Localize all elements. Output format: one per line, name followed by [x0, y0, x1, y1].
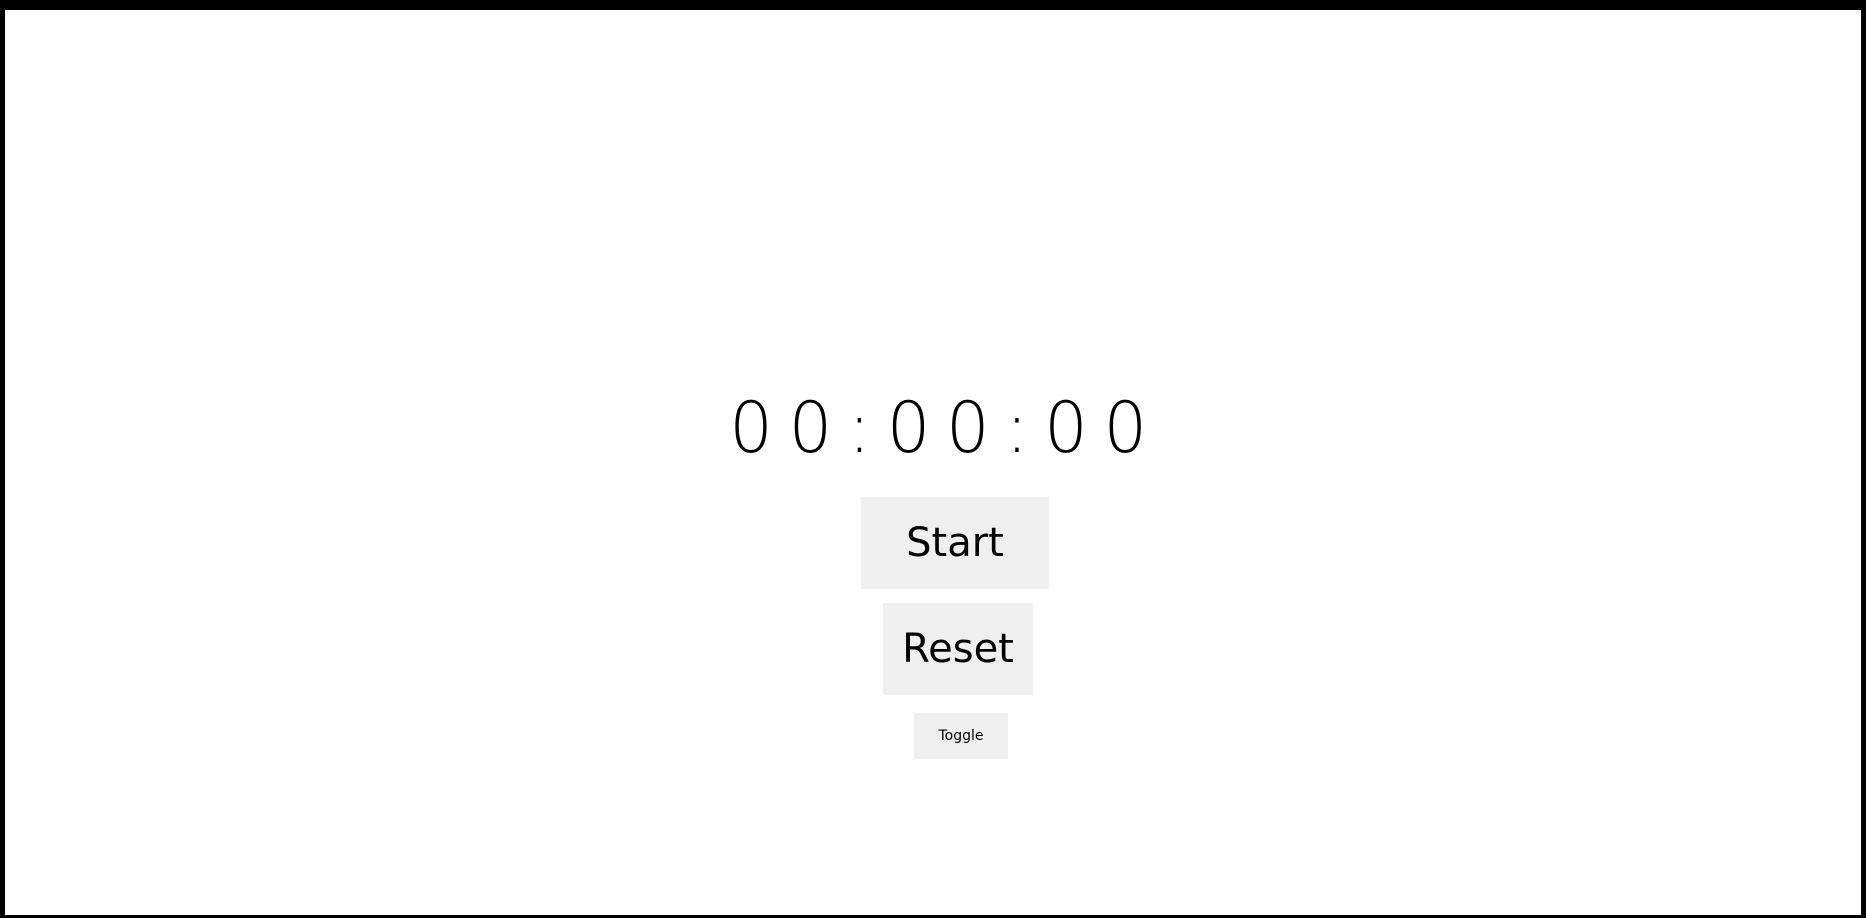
timer-value: 00:00:00: [729, 387, 1163, 469]
timer-display: 00:00:00: [5, 393, 1866, 463]
app-window: 00:00:00 Start Reset Toggle: [0, 0, 1866, 918]
start-button[interactable]: Start: [861, 497, 1049, 589]
toggle-button[interactable]: Toggle: [914, 713, 1008, 759]
reset-button[interactable]: Reset: [883, 603, 1033, 695]
